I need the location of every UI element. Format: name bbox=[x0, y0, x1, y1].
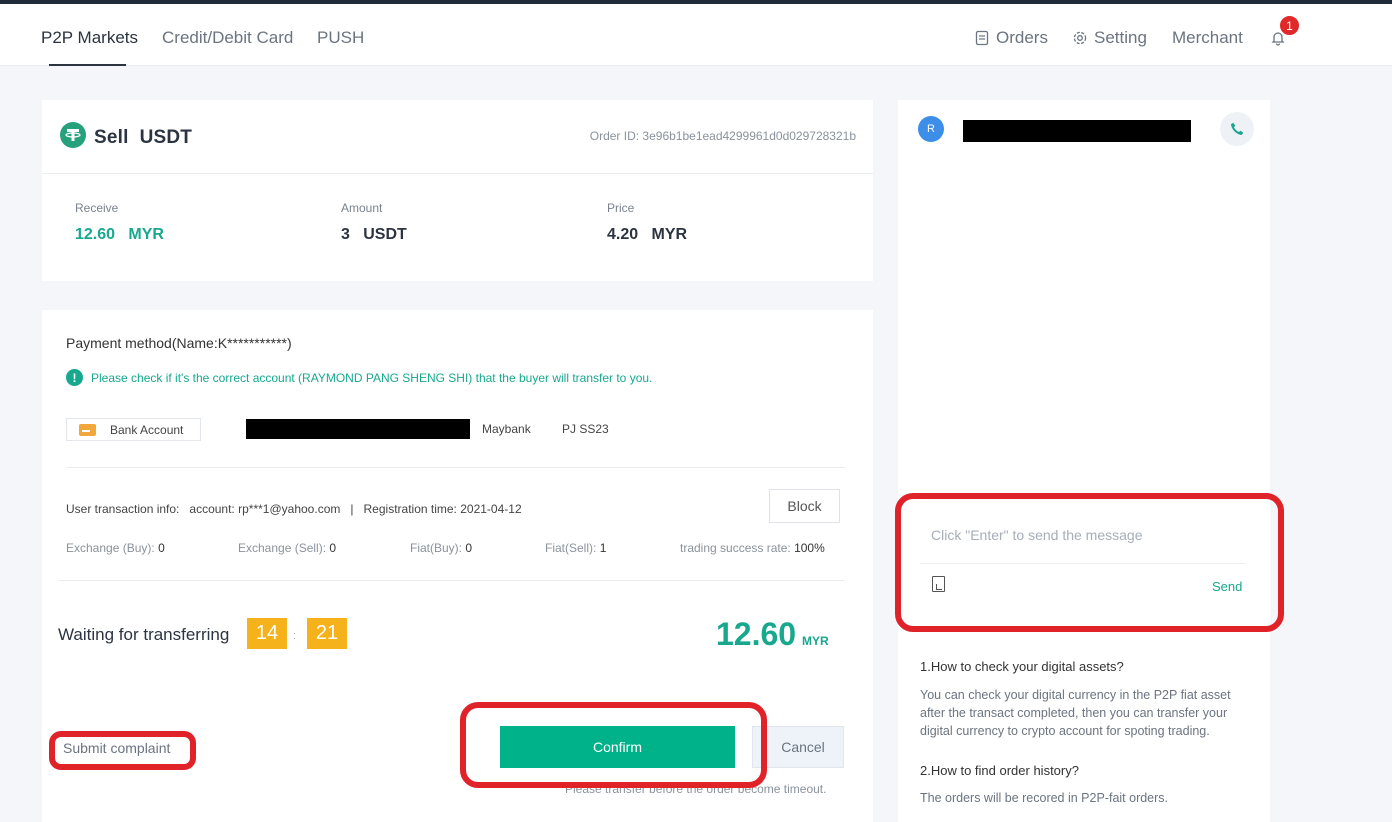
active-tab-indicator bbox=[49, 64, 126, 66]
bank-card-icon bbox=[79, 423, 96, 436]
message-box bbox=[918, 508, 1248, 610]
bank-account-tag: Bank Account bbox=[66, 418, 201, 441]
orders-label: Orders bbox=[996, 28, 1048, 47]
faq-answer: You can check your digital currency in t… bbox=[920, 688, 1231, 738]
divider bbox=[66, 467, 845, 468]
timer-seconds: 21 bbox=[307, 618, 347, 649]
tab-push[interactable]: PUSH bbox=[317, 28, 364, 48]
timer-separator: : bbox=[293, 630, 297, 642]
redacted-account-number bbox=[246, 419, 470, 439]
transfer-unit: MYR bbox=[802, 634, 829, 648]
bank-branch: PJ SS23 bbox=[562, 422, 609, 436]
timeout-note: Please transfer before the order become … bbox=[565, 782, 827, 796]
attach-file-icon[interactable] bbox=[932, 576, 945, 592]
fiat-buy-stat: Fiat(Buy): 0 bbox=[410, 541, 473, 555]
message-input[interactable]: Click "Enter" to send the message bbox=[931, 527, 1142, 543]
tab-p2p-markets[interactable]: P2P Markets bbox=[41, 28, 138, 48]
gear-icon bbox=[1073, 31, 1087, 45]
user-transaction-info: User transaction info: account: rp***1@y… bbox=[66, 502, 522, 516]
block-button[interactable]: Block bbox=[769, 489, 840, 523]
notification-badge: 1 bbox=[1278, 14, 1301, 37]
bank-account-label: Bank Account bbox=[110, 422, 184, 437]
bank-name: Maybank bbox=[482, 422, 531, 436]
orders-icon bbox=[975, 30, 989, 46]
divider bbox=[42, 173, 873, 174]
order-side: Sell bbox=[94, 127, 129, 148]
tab-credit-debit-card[interactable]: Credit/Debit Card bbox=[162, 28, 293, 48]
faq-question: 2.How to find order history? bbox=[920, 763, 1079, 778]
faq-answer: The orders will be recored in P2P-fait o… bbox=[920, 791, 1169, 805]
call-button[interactable] bbox=[1220, 112, 1254, 146]
receive-value: 12.60 MYR bbox=[75, 226, 164, 243]
divider bbox=[58, 580, 844, 581]
receive-label: Receive bbox=[75, 201, 119, 215]
faq-question: 1.How to check your digital assets? bbox=[920, 659, 1124, 674]
divider bbox=[920, 563, 1246, 564]
exchange-buy-stat: Exchange (Buy): 0 bbox=[66, 541, 165, 555]
submit-complaint-link[interactable]: Submit complaint bbox=[63, 740, 170, 756]
success-rate-stat: trading success rate: 100% bbox=[680, 541, 825, 555]
order-title: Sell USDT bbox=[94, 127, 192, 149]
payment-method-title: Payment method(Name:K***********) bbox=[66, 335, 292, 351]
waiting-label: Waiting for transferring bbox=[58, 625, 230, 644]
top-navigation: P2P Markets Credit/Debit Card PUSH Order… bbox=[0, 4, 1392, 66]
usdt-icon bbox=[60, 122, 86, 148]
transfer-amount: 12.60 bbox=[716, 616, 797, 652]
exchange-sell-stat: Exchange (Sell): 0 bbox=[238, 541, 337, 555]
merchant-link[interactable]: Merchant bbox=[1172, 28, 1243, 48]
setting-link[interactable]: Setting bbox=[1072, 28, 1147, 48]
cancel-button[interactable]: Cancel bbox=[752, 726, 844, 768]
price-value: 4.20 MYR bbox=[607, 226, 688, 243]
orders-link[interactable]: Orders bbox=[974, 28, 1048, 48]
payment-note: Please check if it's the correct account… bbox=[91, 371, 653, 385]
amount-value: 3 USDT bbox=[341, 226, 407, 243]
fiat-sell-stat: Fiat(Sell): 1 bbox=[545, 541, 607, 555]
send-button[interactable]: Send bbox=[1212, 579, 1242, 594]
order-asset: USDT bbox=[139, 127, 193, 148]
order-id: Order ID: 3e96b1be1ead4299961d0d02972832… bbox=[589, 129, 856, 143]
confirm-button[interactable]: Confirm bbox=[500, 726, 735, 768]
info-icon: ! bbox=[66, 369, 83, 386]
phone-icon bbox=[1231, 122, 1244, 135]
setting-label: Setting bbox=[1094, 28, 1147, 47]
amount-label: Amount bbox=[341, 201, 383, 215]
timer-minutes: 14 bbox=[247, 618, 287, 649]
avatar: R bbox=[918, 116, 944, 142]
redacted-username bbox=[963, 120, 1191, 142]
price-label: Price bbox=[607, 201, 635, 215]
